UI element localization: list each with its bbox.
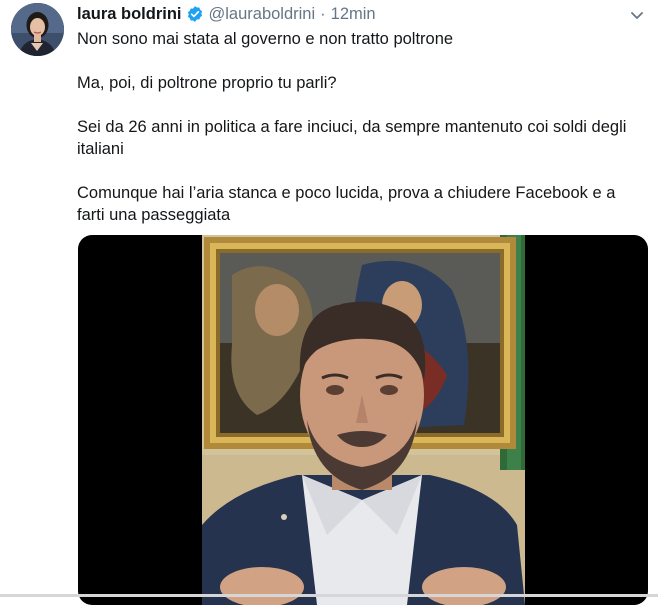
tweet-paragraph: Ma, poi, di poltrone proprio tu parli? xyxy=(77,74,337,92)
author-name[interactable]: laura boldrini xyxy=(77,3,182,25)
tweet-video[interactable] xyxy=(78,235,648,605)
tweet[interactable]: laura boldrini @lauraboldrini · 12min No… xyxy=(0,0,658,605)
author-handle[interactable]: @lauraboldrini xyxy=(209,3,316,25)
tweet-paragraph: Non sono mai stata al governo e non trat… xyxy=(77,30,454,48)
chevron-down-icon[interactable] xyxy=(628,6,646,24)
verified-badge-icon xyxy=(186,5,204,23)
tweet-header: laura boldrini @lauraboldrini · 12min xyxy=(77,3,376,25)
tweet-paragraph: Comunque hai l’aria stanca e poco lucida… xyxy=(77,184,616,224)
tweet-paragraph: Sei da 26 anni in politica a fare inciuc… xyxy=(77,118,627,158)
video-thumbnail-icon xyxy=(202,235,525,605)
separator-dot: · xyxy=(320,5,326,23)
profile-photo-icon xyxy=(11,3,64,56)
avatar[interactable] xyxy=(11,3,64,56)
tweet-text: Non sono mai stata al governo e non trat… xyxy=(77,28,637,226)
tweet-timestamp[interactable]: 12min xyxy=(331,3,376,25)
